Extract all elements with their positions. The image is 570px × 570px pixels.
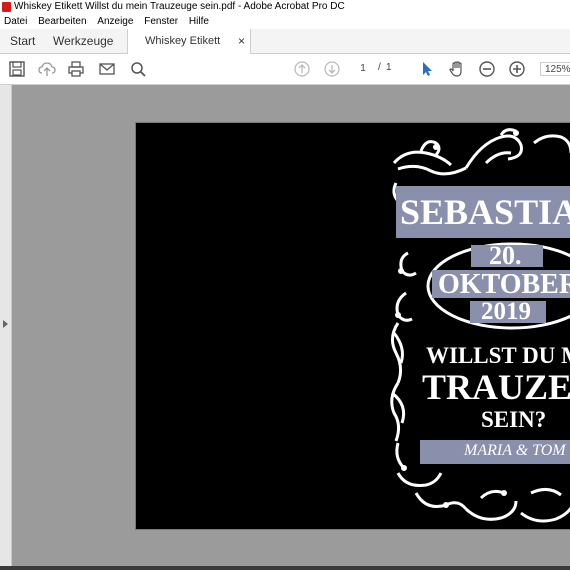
tab-document[interactable]: Whiskey Etikett Will... × (127, 29, 251, 71)
search-icon[interactable] (129, 60, 147, 78)
page-separator: / (378, 62, 381, 73)
name-text: SEBASTIAN (400, 192, 570, 232)
menu-item-datei[interactable]: Datei (4, 14, 27, 29)
mail-icon[interactable] (98, 60, 116, 78)
pdf-page: SEBASTIAN 20. OKTOBER 2019 WILLST DU MEI… (135, 122, 570, 530)
year-text: 2019 (481, 298, 531, 325)
zoom-level-field[interactable]: 125% (540, 62, 570, 76)
page-number-input[interactable]: 1 (352, 62, 374, 76)
upload-icon[interactable] (38, 60, 56, 78)
signature-text: MARIA & TOM (464, 442, 566, 459)
menu-item-fenster[interactable]: Fenster (144, 14, 178, 29)
title-bar: Whiskey Etikett Willst du mein Trauzeuge… (0, 0, 570, 14)
print-icon[interactable] (67, 60, 85, 78)
save-icon[interactable] (8, 60, 26, 78)
zoom-in-icon[interactable] (508, 60, 526, 78)
select-cursor-icon[interactable] (418, 60, 436, 78)
question-line-3: SEIN? (481, 407, 547, 432)
page-total: 1 (386, 62, 392, 73)
toolbar: 1 / 1 125% (0, 54, 570, 85)
window-title: Whiskey Etikett Willst du mein Trauzeuge… (14, 1, 345, 12)
tab-bar: Start Werkzeuge Whiskey Etikett Will... … (0, 29, 570, 71)
menu-item-bearbeiten[interactable]: Bearbeiten (38, 14, 86, 29)
tab-tools[interactable]: Werkzeuge (53, 29, 113, 53)
zoom-out-icon[interactable] (478, 60, 496, 78)
ornament-frame (390, 128, 570, 523)
menu-item-hilfe[interactable]: Hilfe (189, 14, 209, 29)
acrobat-icon (2, 2, 11, 12)
menu-item-anzeige[interactable]: Anzeige (97, 14, 133, 29)
day-text: 20. (489, 241, 522, 270)
tab-start[interactable]: Start (10, 29, 35, 53)
menu-bar: Datei Bearbeiten Anzeige Fenster Hilfe (0, 14, 570, 30)
page-down-icon[interactable] (323, 60, 341, 78)
month-text: OKTOBER (438, 269, 570, 300)
close-tab-icon[interactable]: × (238, 29, 245, 53)
expand-arrow-icon (3, 320, 8, 328)
hand-icon[interactable] (448, 60, 466, 78)
question-line-2: TRAUZEUGE (422, 367, 570, 407)
navigation-pane-toggle[interactable] (0, 85, 12, 570)
page-up-icon[interactable] (293, 60, 311, 78)
taskbar (0, 566, 570, 570)
